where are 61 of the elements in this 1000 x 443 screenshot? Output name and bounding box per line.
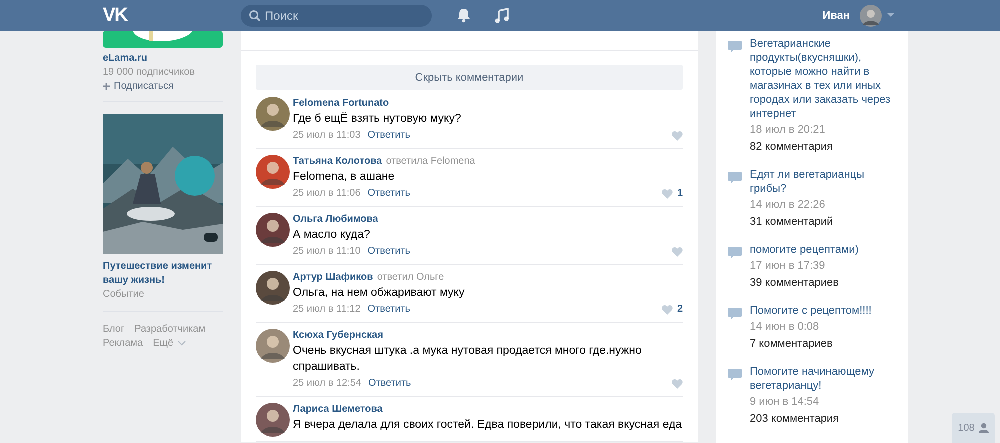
- avatar[interactable]: [256, 271, 290, 305]
- topic-date: 14 июн в 0:08: [750, 320, 820, 334]
- topic-title[interactable]: Помогите начинающему вегетарианцу!: [750, 365, 898, 393]
- comment-author[interactable]: Felomena Fortunato: [293, 97, 390, 111]
- logo[interactable]: VK: [103, 4, 241, 26]
- comment-icon: [728, 172, 742, 184]
- avatar[interactable]: [256, 213, 290, 247]
- user-name[interactable]: Иван: [822, 10, 850, 22]
- comment-text: Felomena, в ашане: [293, 170, 396, 185]
- topic-title[interactable]: Помогите с рецептом!!!!: [750, 304, 898, 318]
- reply-link[interactable]: Ответить: [368, 244, 411, 260]
- avatar[interactable]: [256, 97, 290, 131]
- like-count: 2: [677, 303, 683, 317]
- avatar[interactable]: [860, 4, 882, 26]
- subscriber-count: 19 000 подписчиков: [103, 67, 196, 78]
- search-field[interactable]: Поиск: [241, 4, 432, 26]
- search-icon: [249, 10, 261, 22]
- reply-link[interactable]: Ответить: [368, 186, 411, 202]
- reply-link[interactable]: Ответить: [368, 302, 411, 318]
- comment-count[interactable]: 7 комментариев: [750, 337, 898, 351]
- comment-author[interactable]: Артур Шафиков: [293, 271, 374, 285]
- music-icon[interactable]: [495, 8, 509, 24]
- comment-icon: [728, 308, 742, 320]
- comment-text: Я вчера делала для своих гостей. Едва поверили, что такая вкусная еда: [293, 418, 683, 433]
- comment-count[interactable]: 31 комментарий: [750, 215, 898, 229]
- comment-author[interactable]: Татьяна Колотова: [293, 155, 382, 169]
- comment-text: Где б ещЁ взять нутовую муку?: [293, 111, 462, 127]
- reply-link[interactable]: Ответить: [368, 376, 412, 392]
- avatar[interactable]: [256, 403, 290, 437]
- group-name[interactable]: eLama.ru: [103, 53, 223, 64]
- comment-count[interactable]: 203 комментария: [750, 412, 898, 426]
- comment-text: Очень вкусная штука .а мука нутовая продается много где.нужно спрашивать.: [293, 344, 643, 375]
- hide-comments-button[interactable]: Скрыть комментарии: [256, 65, 683, 90]
- topic-date: 14 июл в 22:26: [750, 198, 826, 212]
- comment-count[interactable]: 82 комментария: [750, 140, 898, 154]
- plus-icon[interactable]: [103, 83, 110, 90]
- comment-author[interactable]: Лариса Шеметова: [293, 403, 383, 417]
- subscribe-link[interactable]: Подписаться: [114, 81, 174, 92]
- comment-author[interactable]: Ольга Любимова: [293, 213, 378, 227]
- topic-date: 9 июн в 14:54: [750, 395, 820, 409]
- topic-date: 17 июн в 17:39: [750, 259, 826, 273]
- comment-text: А масло куда?: [293, 228, 372, 243]
- comment-count[interactable]: 39 комментариев: [750, 276, 898, 290]
- ad-title[interactable]: Путешествие изменит вашу жизнь!: [103, 260, 223, 288]
- caret-icon[interactable]: [887, 13, 895, 18]
- avatar[interactable]: [256, 329, 290, 363]
- comment-icon: [728, 41, 742, 53]
- topic-title[interactable]: Вегетарианские продукты(вкусняшки), которые можно найти в магазинах в тех или иных городах или заказать через интернет: [750, 37, 898, 121]
- comment-icon: [728, 247, 742, 259]
- person-icon: [978, 423, 989, 433]
- avatar[interactable]: [256, 155, 290, 189]
- ad-type: Событие: [103, 288, 146, 302]
- topic-title[interactable]: помогите рецептами): [750, 243, 898, 257]
- bell-icon[interactable]: [457, 8, 471, 23]
- comment-author[interactable]: Ксюха Губернская: [293, 329, 384, 343]
- topic-title[interactable]: Едят ли вегетарианцы грибы?: [750, 168, 898, 196]
- comment-icon: [728, 369, 742, 381]
- like-count: 1: [677, 187, 683, 201]
- topic-date: 18 июл в 20:21: [750, 123, 826, 137]
- comment-text: Ольга, на нем обжаривают муку: [293, 286, 466, 301]
- reply-link[interactable]: Ответить: [368, 128, 411, 144]
